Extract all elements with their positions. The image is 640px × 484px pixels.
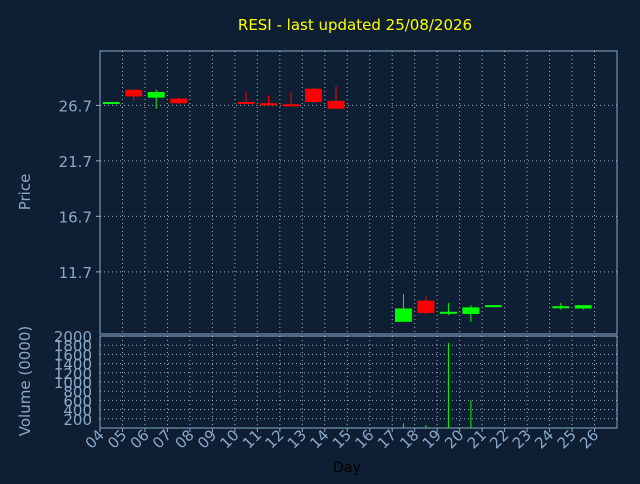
- price-tick-label: 26.7: [59, 97, 92, 115]
- x-tick-label: 26: [576, 426, 602, 452]
- candle-body: [237, 102, 255, 105]
- candle-body: [439, 311, 457, 314]
- candle-body: [260, 103, 278, 106]
- price-tick-label: 11.7: [59, 264, 92, 282]
- candle-body: [552, 306, 570, 309]
- volume-axis-label: Volume (0000): [16, 326, 34, 436]
- x-tick-labels: 0405060708091011121314151617181920212223…: [82, 426, 603, 452]
- price-tick-label: 16.7: [59, 208, 92, 226]
- chart-svg: RESI - last updated 25/08/2026 Price Vol…: [16, 16, 618, 476]
- candle-body: [395, 308, 412, 322]
- price-axis-label: Price: [16, 174, 34, 211]
- candle-body: [327, 100, 345, 109]
- candle-body: [102, 102, 120, 105]
- candle-body: [574, 305, 592, 309]
- candle-body: [305, 88, 322, 103]
- candle-body: [147, 92, 165, 98]
- candle-body: [282, 104, 300, 107]
- price-plot-frame: [99, 50, 618, 335]
- stock-chart: RESI - last updated 25/08/2026 Price Vol…: [0, 0, 640, 480]
- candle-body: [417, 300, 435, 313]
- candle-body: [170, 98, 188, 104]
- price-tick-label: 21.7: [59, 153, 92, 171]
- volume-tick-label: 200: [63, 411, 92, 429]
- candle-body: [484, 305, 502, 308]
- volume-plot-frame: [99, 335, 618, 429]
- candle-body: [462, 307, 480, 315]
- x-axis-label: Day: [333, 460, 361, 476]
- price-panel: 26.7 21.7 16.7 11.7: [59, 50, 618, 335]
- candle-body: [125, 89, 143, 97]
- chart-title: RESI - last updated 25/08/2026: [238, 16, 472, 34]
- volume-panel: 200018001600140012001000800600400200: [54, 328, 618, 429]
